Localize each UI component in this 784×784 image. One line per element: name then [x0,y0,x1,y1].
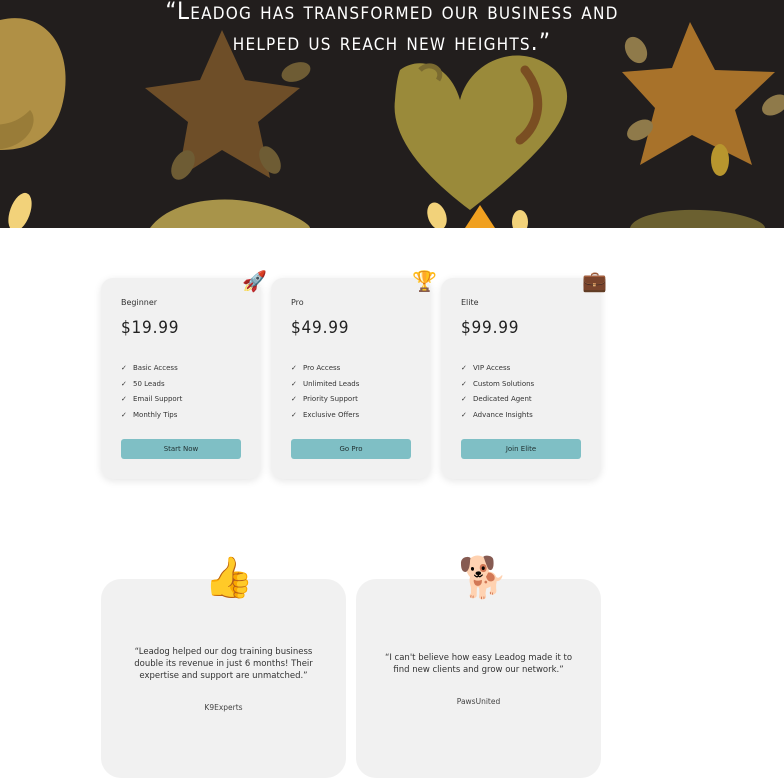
rocket-icon: 🚀 [242,269,267,293]
feature-item: ✓ Custom Solutions [461,377,534,393]
briefcase-icon: 💼 [582,269,607,293]
check-icon: ✓ [461,379,467,388]
testimonial-quote: “Leadog helped our dog training business… [134,647,313,681]
hero-quote-line-1: “Leadog has transformed our business and [165,0,619,25]
check-icon: ✓ [121,364,127,372]
testimonial-author: PawsUnited [456,697,501,706]
blob-bottom-right [630,209,765,228]
pricing-card-elite: 💼 Elite $99.99 ✓ VIP Access ✓ Custom Solut… [441,270,607,479]
check-icon: ✓ [291,379,297,388]
check-icon: ✓ [461,410,467,419]
testimonial-hero: “Leadog has transformed our business and… [0,0,784,228]
dog-icon: 🐕 [458,555,508,601]
check-icon: ✓ [121,379,127,388]
check-icon: ✓ [461,364,467,372]
feature-item: ✓ Pro Access [291,361,359,377]
check-icon: ✓ [291,410,297,419]
blob-bottom [150,199,310,228]
go-pro-button[interactable]: Go Pro [291,439,411,459]
drop-yellow-left [8,192,32,228]
plan-price: $99.99 [461,318,520,338]
testimonial-author: K9Experts [204,703,243,712]
check-icon: ✓ [291,364,297,372]
feature-item: ✓ Dedicated Agent [461,392,534,408]
hero-quote: “Leadog has transformed our business and… [0,0,784,58]
plan-name: Elite [461,298,479,307]
heart-shape [394,55,568,210]
feature-item: ✓ Unlimited Leads [291,377,359,393]
drop-3 [281,62,311,82]
check-icon: ✓ [291,395,297,403]
feature-item: ✓ Advance Insights [461,408,534,424]
feature-item: ✓ 50 Leads [121,377,182,393]
testimonial-card-pawsunited: 🐕 “I can't believe how easy Leadog made … [356,557,601,778]
check-icon: ✓ [461,395,467,403]
plan-name: Beginner [121,298,158,307]
feature-list: ✓ Pro Access ✓ Unlimited Leads ✓ Priority S… [291,361,359,423]
pricing-card-pro: 🏆 Pro $49.99 ✓ Pro Access ✓ Unlimited Lead… [271,270,437,479]
feature-item: ✓ Email Support [121,392,182,408]
feature-list: ✓ Basic Access ✓ 50 Leads ✓ Email Support ✓… [121,361,182,423]
testimonial-quote: “I can't believe how easy Leadog made it… [384,653,573,675]
trophy-icon: 🏆 [412,269,437,293]
testimonial-card-k9experts: 👍 “Leadog helped our dog training busine… [101,557,346,778]
feature-item: ✓ Priority Support [291,392,359,408]
hero-quote-line-2: helped us reach new heights.” [232,28,552,56]
drop-yellow-right [512,210,528,228]
feature-item: ✓ Exclusive Offers [291,408,359,424]
plan-price: $19.99 [121,318,180,338]
drop-yellow-mid [427,202,447,228]
drop-7 [711,144,729,176]
start-now-button[interactable]: Start Now [121,439,241,459]
pricing-card-beginner: 🚀 Beginner $19.99 ✓ Basic Access ✓ 50 Lead… [101,270,267,479]
feature-item: ✓ VIP Access [461,361,534,377]
feature-item: ✓ Monthly Tips [121,408,182,424]
drop-6 [762,94,784,116]
feature-list: ✓ VIP Access ✓ Custom Solutions ✓ Dedicated… [461,361,534,423]
check-icon: ✓ [121,410,127,419]
plan-price: $49.99 [291,318,350,338]
feature-item: ✓ Basic Access [121,361,182,377]
plan-name: Pro [291,298,304,307]
check-icon: ✓ [121,395,127,403]
join-elite-button[interactable]: Join Elite [461,439,581,459]
thumbs-up-icon: 👍 [204,555,254,601]
